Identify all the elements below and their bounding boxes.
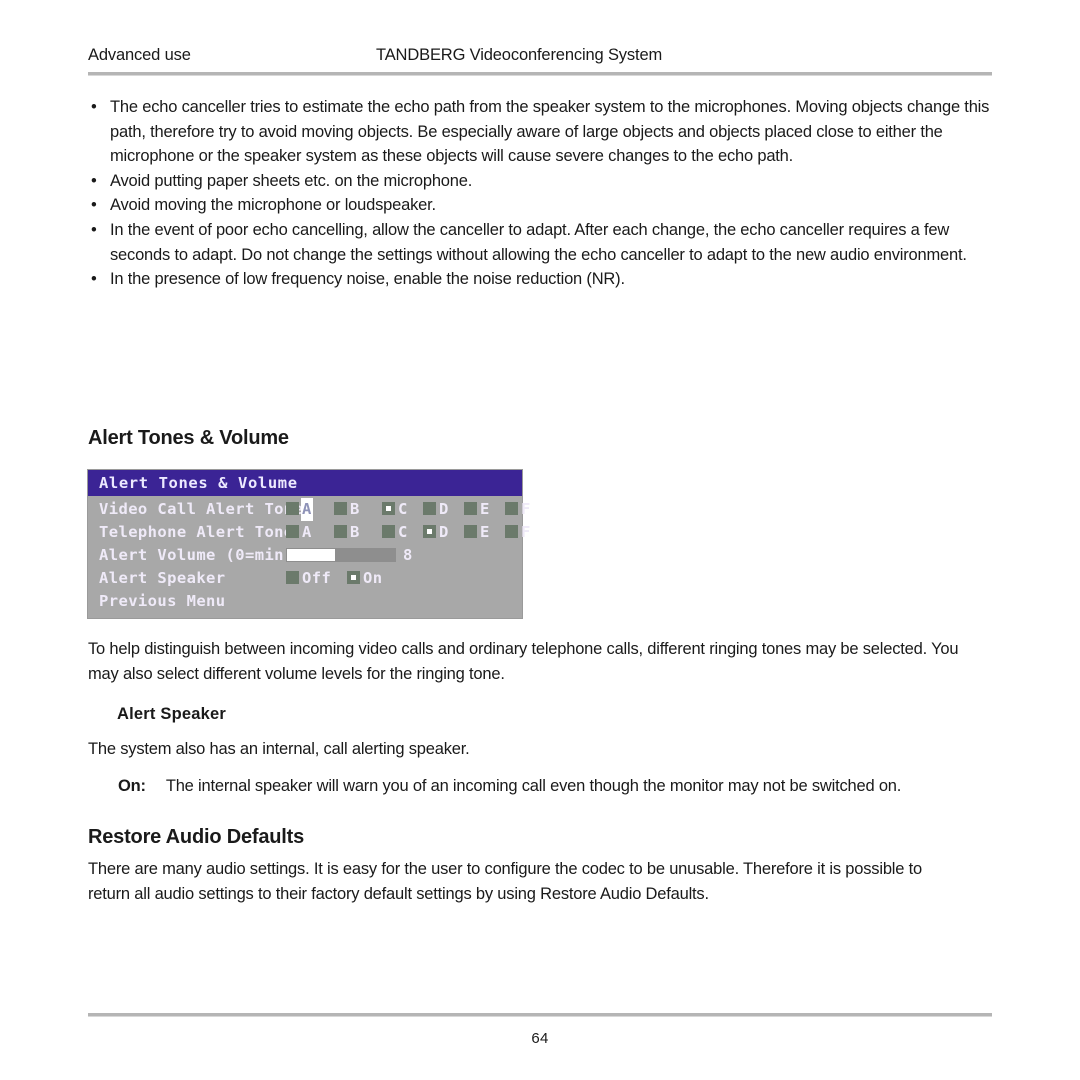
bullet-marker-icon: • (91, 270, 97, 289)
osd-option-label: C (398, 523, 408, 541)
alert-volume-slider-fill (287, 549, 336, 561)
osd-option-c[interactable]: C (382, 498, 409, 521)
radio-unselected-icon[interactable] (286, 571, 299, 584)
osd-row-alert-volume[interactable]: Alert Volume (0=min) 8 (88, 544, 522, 567)
radio-unselected-icon[interactable] (286, 525, 299, 538)
osd-option-d[interactable]: D (423, 521, 450, 544)
osd-option-a[interactable]: A (286, 498, 313, 521)
osd-row-telephone-alert-tone[interactable]: Telephone Alert Tone A B C D E F (88, 521, 530, 544)
osd-option-e[interactable]: E (464, 498, 491, 521)
header-divider (88, 72, 992, 76)
osd-option-label: B (350, 500, 360, 518)
osd-previous-menu-label: Previous Menu (99, 592, 226, 610)
page-number: 64 (531, 1030, 549, 1047)
osd-row-previous-menu[interactable]: Previous Menu (88, 590, 522, 613)
bullet-marker-icon: • (91, 98, 97, 116)
list-item-text: Avoid putting paper sheets etc. on the m… (110, 171, 473, 190)
osd-option-e[interactable]: E (464, 521, 491, 544)
radio-unselected-icon[interactable] (382, 525, 395, 538)
alert-volume-slider[interactable] (286, 548, 396, 562)
list-item: • Avoid putting paper sheets etc. on the… (88, 169, 992, 194)
osd-option-label: E (480, 523, 490, 541)
osd-option-d[interactable]: D (423, 498, 450, 521)
osd-option-label: A (301, 498, 313, 521)
on-term-description: The internal speaker will warn you of an… (165, 777, 902, 795)
radio-unselected-icon[interactable] (334, 502, 347, 515)
radio-selected-icon[interactable] (423, 525, 436, 538)
radio-unselected-icon[interactable] (464, 502, 477, 515)
radio-selected-icon[interactable] (347, 571, 360, 584)
section-heading-restore-audio-defaults: Restore Audio Defaults (88, 826, 305, 848)
osd-title-bar: Alert Tones & Volume (88, 470, 522, 496)
osd-option-label: D (439, 523, 449, 541)
osd-row-label: Alert Volume (0=min) (99, 546, 294, 564)
restore-audio-defaults-description: There are many audio settings. It is eas… (88, 860, 922, 903)
bullet-marker-icon: • (91, 171, 97, 190)
document-page: Advanced use TANDBERG Videoconferencing … (0, 0, 1080, 1080)
osd-row-video-call-alert-tone[interactable]: Video Call Alert Tone A B C D E F (88, 498, 530, 521)
alert-tones-description: To help distinguish between incoming vid… (88, 640, 959, 683)
osd-option-f[interactable]: F (505, 498, 532, 521)
osd-row-label: Video Call Alert Tone (99, 500, 304, 518)
radio-unselected-icon[interactable] (423, 502, 436, 515)
osd-option-label: E (480, 500, 490, 518)
osd-option-label: F (521, 523, 531, 541)
radio-unselected-icon[interactable] (505, 502, 518, 515)
list-item-text: In the presence of low frequency noise, … (110, 270, 625, 289)
osd-option-label: F (521, 500, 531, 518)
list-item: • Avoid moving the microphone or loudspe… (88, 193, 992, 218)
list-item: • The echo canceller tries to estimate t… (88, 95, 992, 169)
list-item-text: In the event of poor echo cancelling, al… (110, 220, 967, 264)
list-item-text: Avoid moving the microphone or loudspeak… (110, 196, 436, 215)
list-item: • In the presence of low frequency noise… (88, 267, 992, 292)
osd-option-label: C (398, 500, 408, 518)
radio-unselected-icon[interactable] (286, 502, 299, 515)
osd-option-label: On (363, 569, 383, 587)
alert-volume-value: 8 (403, 546, 413, 564)
osd-option-label: Off (302, 569, 332, 587)
section-heading-alert-tones-volume: Alert Tones & Volume (88, 427, 289, 449)
osd-option-a[interactable]: A (286, 521, 313, 544)
osd-option-b[interactable]: B (334, 521, 361, 544)
osd-option-c[interactable]: C (382, 521, 409, 544)
radio-unselected-icon[interactable] (464, 525, 477, 538)
header-left-text: Advanced use (88, 46, 191, 64)
subsection-heading-alert-speaker: Alert Speaker (117, 705, 226, 723)
bullet-marker-icon: • (91, 220, 97, 239)
guidelines-bullet-list: • The echo canceller tries to estimate t… (88, 95, 992, 292)
osd-option-b[interactable]: B (334, 498, 361, 521)
osd-row-alert-speaker[interactable]: Alert Speaker Off On (88, 567, 522, 590)
osd-option-label: B (350, 523, 360, 541)
osd-menu-alert-tones-volume: Alert Tones & Volume Video Call Alert To… (88, 470, 530, 618)
osd-option-label: A (302, 523, 312, 541)
osd-menu-body: Video Call Alert Tone A B C D E F Teleph… (88, 496, 530, 618)
radio-unselected-icon[interactable] (334, 525, 347, 538)
alert-speaker-on-definition: On: The internal speaker will warn you of… (118, 774, 1008, 799)
osd-row-label: Alert Speaker (99, 569, 226, 587)
osd-row-label: Telephone Alert Tone (99, 523, 294, 541)
list-item-text: The echo canceller tries to estimate the… (110, 98, 990, 166)
header-center-text: TANDBERG Videoconferencing System (376, 46, 663, 64)
osd-option-on[interactable]: On (347, 567, 383, 590)
list-item: • In the event of poor echo cancelling, … (88, 218, 992, 267)
radio-unselected-icon[interactable] (505, 525, 518, 538)
alert-speaker-description: The system also has an internal, call al… (88, 740, 470, 758)
osd-option-label: D (439, 500, 449, 518)
osd-option-f[interactable]: F (505, 521, 532, 544)
page-header: Advanced use TANDBERG Videoconferencing … (88, 46, 992, 72)
bullet-marker-icon: • (91, 196, 97, 215)
footer-divider (88, 1013, 992, 1017)
on-term-label: On: (118, 777, 146, 795)
radio-selected-icon[interactable] (382, 502, 395, 515)
osd-option-off[interactable]: Off (286, 567, 332, 590)
